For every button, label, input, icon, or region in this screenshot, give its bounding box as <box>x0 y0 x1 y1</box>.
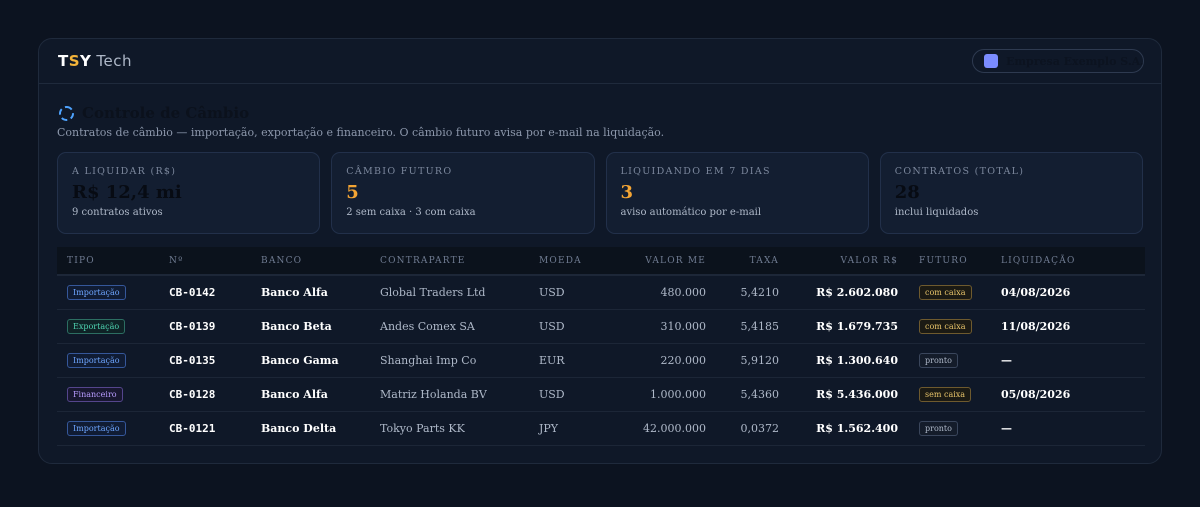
currency: USD <box>539 319 565 333</box>
stat-sub: inclui liquidados <box>894 207 979 218</box>
table-row[interactable]: Importação CB-0135 Banco Gama Shanghai I… <box>57 343 1145 377</box>
stat-card-contratos-total: CONTRATOS (TOTAL) 28 inclui liquidados <box>879 152 1143 234</box>
taxa: 5,4360 <box>740 387 780 401</box>
liquidacao-date: 05/08/2026 <box>1001 387 1071 401</box>
valor-me: 42.000.000 <box>643 421 706 435</box>
company-selector[interactable]: Empresa Exemplo S.A. ▾ <box>972 49 1144 73</box>
content-section: Controle de Câmbio Contratos de câmbio —… <box>39 84 1161 446</box>
tipo-badge: Importação <box>67 352 126 368</box>
futuro-badge: sem caixa <box>919 386 972 402</box>
contract-number[interactable]: CB-0128 <box>169 377 261 411</box>
main-card: TSY Tech Empresa Exemplo S.A. ▾ Controle… <box>38 38 1162 464</box>
tipo-badge: Exportação <box>67 318 126 334</box>
stat-value: 28 <box>894 182 920 203</box>
currency: JPY <box>539 421 559 435</box>
col-header-banco[interactable]: BANCO <box>261 247 380 275</box>
counterparty: Shanghai Imp Co <box>380 353 477 367</box>
liquidacao-date: — <box>1001 353 1012 367</box>
counterparty: Tokyo Parts KK <box>380 421 465 435</box>
stat-label: CÂMBIO FUTURO <box>346 166 453 177</box>
contract-number[interactable]: CB-0135 <box>169 343 261 377</box>
col-header-numero[interactable]: Nº <box>169 247 261 275</box>
brand-logo[interactable]: TSY Tech <box>58 52 132 70</box>
futuro-badge: com caixa <box>919 318 972 334</box>
col-header-taxa[interactable]: TAXA <box>706 247 779 275</box>
table-row[interactable]: Exportação CB-0139 Banco Beta Andes Come… <box>57 309 1145 343</box>
col-header-liquidacao[interactable]: LIQUIDAÇÃO <box>1001 247 1145 275</box>
col-header-valor-me[interactable]: VALOR ME <box>599 247 706 275</box>
brand-letter-t: T <box>58 52 69 70</box>
company-swatch <box>984 54 998 68</box>
tipo-badge: Importação <box>67 284 126 300</box>
table-row[interactable]: Importação CB-0121 Banco Delta Tokyo Par… <box>57 411 1145 445</box>
valor-brl: R$ 5.436.000 <box>816 387 898 401</box>
futuro-badge: pronto <box>919 420 958 436</box>
valor-brl: R$ 1.562.400 <box>816 421 898 435</box>
stat-value: 5 <box>346 182 359 203</box>
col-header-contraparte[interactable]: CONTRAPARTE <box>380 247 539 275</box>
liquidacao-date: 04/08/2026 <box>1001 285 1071 299</box>
top-bar: TSY Tech Empresa Exemplo S.A. ▾ <box>39 39 1161 84</box>
contract-number[interactable]: CB-0139 <box>169 309 261 343</box>
col-header-futuro[interactable]: FUTURO <box>898 247 1001 275</box>
stat-card-a-liquidar: A LIQUIDAR (R$) R$ 12,4 mi 9 contratos a… <box>57 152 321 234</box>
brand-letter-s: S <box>68 52 81 70</box>
valor-brl: R$ 1.300.640 <box>816 353 898 367</box>
stat-sub: 2 sem caixa · 3 com caixa <box>346 207 476 218</box>
col-header-moeda[interactable]: MOEDA <box>539 247 599 275</box>
col-header-valor-brl[interactable]: VALOR R$ <box>779 247 898 275</box>
exchange-icon <box>59 105 74 121</box>
liquidacao-date: 11/08/2026 <box>1001 319 1071 333</box>
currency: EUR <box>539 353 565 367</box>
futuro-badge: pronto <box>919 352 958 368</box>
bank-name: Banco Alfa <box>261 285 328 299</box>
tipo-badge: Importação <box>67 420 126 436</box>
page-title: Controle de Câmbio <box>82 104 250 122</box>
currency: USD <box>539 285 565 299</box>
stat-card-cambio-futuro: CÂMBIO FUTURO 5 2 sem caixa · 3 com caix… <box>331 152 595 234</box>
valor-brl: R$ 2.602.080 <box>816 285 898 299</box>
taxa: 5,4185 <box>740 319 780 333</box>
stats-row: A LIQUIDAR (R$) R$ 12,4 mi 9 contratos a… <box>57 152 1143 234</box>
stat-card-liquidando-7-dias: LIQUIDANDO EM 7 DIAS 3 aviso automático … <box>605 152 869 234</box>
valor-brl: R$ 1.679.735 <box>816 319 898 333</box>
valor-me: 310.000 <box>660 319 707 333</box>
stat-label: CONTRATOS (TOTAL) <box>894 166 1025 177</box>
tipo-badge: Financeiro <box>67 386 123 402</box>
stat-sub: 9 contratos ativos <box>72 207 163 218</box>
counterparty: Matriz Holanda BV <box>380 387 487 401</box>
taxa: 0,0372 <box>740 421 780 435</box>
contracts-table: TIPO Nº BANCO CONTRAPARTE MOEDA VALOR ME… <box>57 247 1145 446</box>
counterparty: Global Traders Ltd <box>380 285 486 299</box>
taxa: 5,9120 <box>740 353 780 367</box>
stat-label: LIQUIDANDO EM 7 DIAS <box>620 166 771 177</box>
bank-name: Banco Delta <box>261 421 337 435</box>
page-title-row: Controle de Câmbio <box>57 103 1143 123</box>
bank-name: Banco Beta <box>261 319 332 333</box>
stat-sub: aviso automático por e-mail <box>620 207 762 218</box>
table-header-row: TIPO Nº BANCO CONTRAPARTE MOEDA VALOR ME… <box>57 247 1145 275</box>
table-row[interactable]: Importação CB-0142 Banco Alfa Global Tra… <box>57 275 1145 309</box>
company-name: Empresa Exemplo S.A. <box>1006 54 1144 68</box>
currency: USD <box>539 387 565 401</box>
col-header-tipo[interactable]: TIPO <box>57 247 169 275</box>
liquidacao-date: — <box>1001 421 1012 435</box>
contract-number[interactable]: CB-0142 <box>169 275 261 309</box>
bank-name: Banco Alfa <box>261 387 328 401</box>
bank-name: Banco Gama <box>261 353 339 367</box>
contract-number[interactable]: CB-0121 <box>169 411 261 445</box>
valor-me: 480.000 <box>660 285 707 299</box>
stat-label: A LIQUIDAR (R$) <box>72 166 177 177</box>
stat-value: R$ 12,4 mi <box>72 182 182 203</box>
stat-value: 3 <box>620 182 634 203</box>
futuro-badge: com caixa <box>919 284 972 300</box>
brand-tech: Tech <box>96 52 133 70</box>
taxa: 5,4210 <box>740 285 780 299</box>
valor-me: 220.000 <box>660 353 707 367</box>
counterparty: Andes Comex SA <box>380 319 475 333</box>
page-subtitle: Contratos de câmbio — importação, export… <box>57 126 665 139</box>
brand-letter-y: Y <box>80 52 92 70</box>
table-row[interactable]: Financeiro CB-0128 Banco Alfa Matriz Hol… <box>57 377 1145 411</box>
valor-me: 1.000.000 <box>650 387 706 401</box>
